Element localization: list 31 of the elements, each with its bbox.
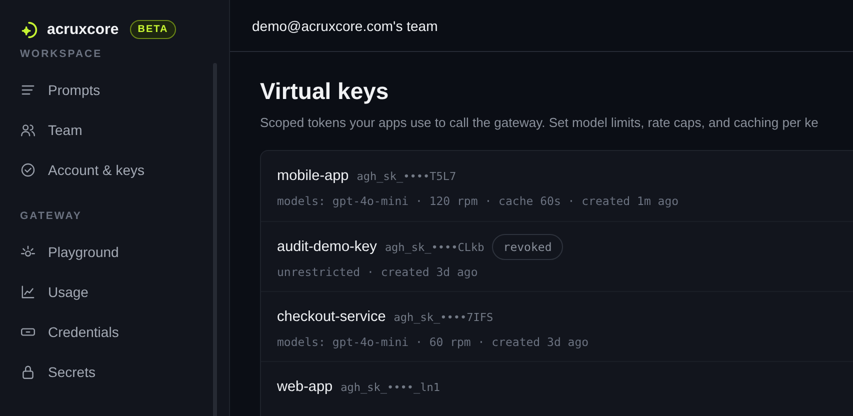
key-details: models: gpt-4o-mini · 120 rpm · cache 60s · created 1m ago [277, 194, 680, 208]
key-name: web-app [277, 379, 333, 395]
check-circle-icon [20, 162, 36, 178]
lock-icon [20, 364, 36, 380]
key-token: agh_sk_••••_ln1 [340, 380, 440, 394]
beta-badge: BETA [130, 20, 176, 39]
sidebar-item[interactable]: Secrets [0, 352, 229, 392]
team-name: demo@acruxcore.com's team [252, 18, 438, 34]
sidebar-item[interactable]: Prompts [0, 70, 229, 110]
people-icon [20, 122, 36, 138]
brand-name: acruxcore [47, 21, 119, 38]
page-title: Virtual keys [260, 78, 390, 105]
logo-icon [20, 20, 38, 38]
key-token: agh_sk_••••T5L7 [356, 170, 456, 182]
key-token: agh_sk_••••CLkb [384, 240, 484, 254]
sidebar-item[interactable]: Team [0, 110, 229, 150]
key-details: models: gpt-4o-mini · 60 rpm · created 3d ago [277, 335, 590, 349]
section-heading: WORKSPACE [19, 48, 104, 60]
sidebar-item[interactable]: Playground [0, 232, 229, 272]
page-subtitle: Scoped tokens your apps use to call the gateway. Set model limits, rate caps, and caching per ke [260, 115, 820, 130]
chart-icon [20, 284, 36, 300]
sidebar-item[interactable]: Credentials [0, 312, 229, 352]
sidebar-item[interactable]: Account & keys [0, 150, 229, 190]
key-name: checkout-service [277, 309, 386, 325]
key-name: mobile-app [277, 168, 349, 184]
key-name: audit-demo-key [277, 239, 377, 255]
key-details: unrestricted · created 3d ago [277, 265, 479, 279]
key-token: agh_sk_••••7IFS [394, 310, 494, 324]
status-badge: revoked [492, 234, 563, 260]
section-heading: GATEWAY [19, 210, 83, 222]
sidebar-item[interactable]: Usage [0, 272, 229, 312]
